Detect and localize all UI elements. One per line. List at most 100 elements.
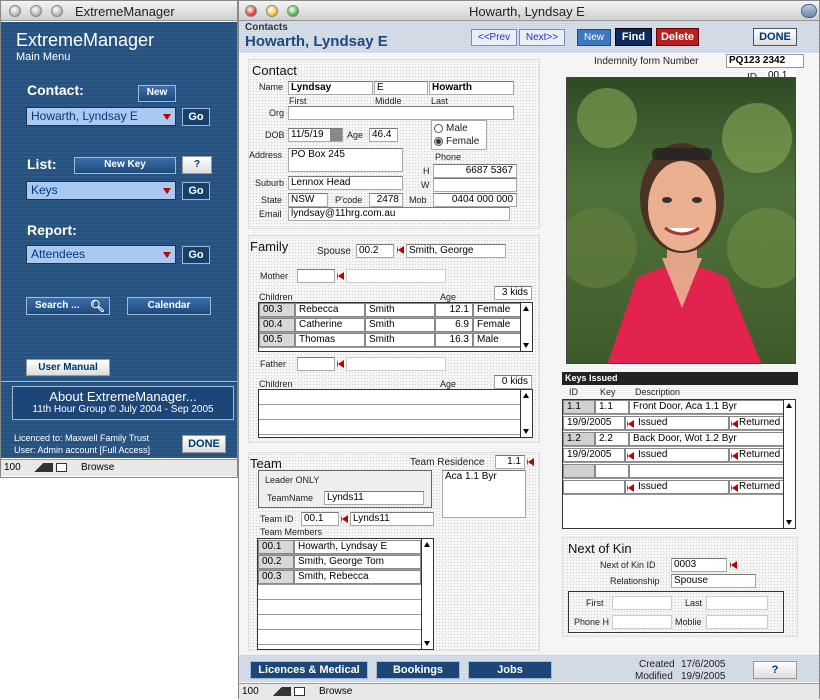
- prev-record-button[interactable]: <<Prev: [471, 29, 517, 46]
- first-name-field[interactable]: Lyndsay: [288, 81, 373, 95]
- middle-name-field[interactable]: E: [374, 81, 428, 95]
- report-dropdown[interactable]: Attendees: [26, 245, 176, 264]
- issued-checkbox[interactable]: Issued: [625, 416, 729, 430]
- minimize-window-icon[interactable]: [30, 5, 42, 17]
- list-item[interactable]: [259, 390, 520, 405]
- find-button[interactable]: Find: [615, 28, 652, 46]
- returned-checkbox[interactable]: Returned: [729, 416, 785, 430]
- keys-scrollbar[interactable]: [783, 400, 795, 528]
- left-titlebar[interactable]: ExtremeManager: [1, 1, 237, 21]
- minimize-window-icon[interactable]: [266, 5, 278, 17]
- bookings-button[interactable]: Bookings: [376, 661, 460, 679]
- table-row[interactable]: 1.1 1.1 Front Door, Aca 1.1 Byr: [563, 400, 785, 415]
- table-row[interactable]: 1.2 2.2 Back Door, Wot 1.2 Byr: [563, 432, 785, 447]
- scroll-up-icon[interactable]: [523, 306, 529, 311]
- next-record-button[interactable]: Next>>: [519, 29, 565, 46]
- search-button[interactable]: Search ... 🔍︎: [26, 297, 110, 315]
- list-item[interactable]: [258, 615, 421, 630]
- mother-id-field[interactable]: [297, 269, 335, 283]
- scroll-up-icon[interactable]: [786, 403, 792, 408]
- contact-go-button[interactable]: Go: [182, 108, 210, 126]
- table-row[interactable]: [563, 464, 785, 479]
- popup-arrow-icon[interactable]: [397, 246, 404, 254]
- kin-mobile-field[interactable]: [706, 615, 768, 629]
- jobs-button[interactable]: Jobs: [468, 661, 552, 679]
- email-field[interactable]: lyndsay@11hrg.com.au: [288, 207, 510, 221]
- new-contact-button[interactable]: New: [138, 85, 176, 102]
- scroll-down-icon[interactable]: [424, 641, 430, 646]
- list-go-button[interactable]: Go: [182, 182, 210, 200]
- org-field[interactable]: [288, 106, 514, 120]
- scroll-down-icon[interactable]: [523, 343, 529, 348]
- scroll-up-icon[interactable]: [424, 542, 430, 547]
- table-row[interactable]: 19/9/2005 Issued Returned: [563, 416, 785, 431]
- list-item[interactable]: [258, 630, 421, 645]
- scroll-down-icon[interactable]: [523, 429, 529, 434]
- list-item[interactable]: [259, 420, 520, 435]
- status-toggle-icon[interactable]: [56, 463, 67, 472]
- table-row[interactable]: 00.4 Catherine Smith 6.9 Female: [259, 318, 521, 333]
- zoom-level[interactable]: 100: [242, 684, 259, 700]
- calendar-button[interactable]: Calendar: [127, 297, 211, 315]
- female-radio[interactable]: [434, 137, 443, 146]
- list-item[interactable]: [258, 600, 421, 615]
- delete-button[interactable]: Delete: [656, 28, 699, 46]
- kin-last-field[interactable]: [706, 596, 768, 610]
- zoom-window-icon[interactable]: [287, 5, 299, 17]
- returned-checkbox[interactable]: Returned: [729, 448, 785, 462]
- table-row[interactable]: Issued Returned: [563, 480, 785, 495]
- status-toggle-icon[interactable]: [294, 687, 305, 696]
- popup-arrow-icon[interactable]: [730, 561, 737, 569]
- team-residence-id-field[interactable]: 1.1: [495, 455, 525, 469]
- last-name-field[interactable]: Howarth: [429, 81, 514, 95]
- popup-arrow-icon[interactable]: [527, 458, 534, 466]
- calendar-picker-icon[interactable]: [330, 129, 342, 141]
- report-go-button[interactable]: Go: [182, 246, 210, 264]
- list-item[interactable]: [259, 405, 520, 420]
- table-row[interactable]: 19/9/2005 Issued Returned: [563, 448, 785, 463]
- relationship-field[interactable]: Spouse: [671, 574, 756, 588]
- spouse-id-field[interactable]: 00.2: [356, 244, 394, 258]
- right-done-button[interactable]: DONE: [753, 28, 797, 46]
- list-item[interactable]: [258, 585, 421, 600]
- father-id-field[interactable]: [297, 357, 335, 371]
- zoom-level[interactable]: 100: [4, 460, 21, 476]
- state-field[interactable]: NSW: [288, 193, 328, 207]
- issued-checkbox[interactable]: Issued: [625, 448, 729, 462]
- father-children-scrollbar[interactable]: [520, 390, 532, 437]
- popup-arrow-icon[interactable]: [341, 515, 348, 523]
- zoom-window-icon[interactable]: [51, 5, 63, 17]
- children-scrollbar[interactable]: [520, 303, 532, 351]
- phone-work-field[interactable]: [433, 178, 517, 192]
- footer-help-button[interactable]: ?: [753, 661, 797, 679]
- popup-arrow-icon[interactable]: [337, 272, 344, 280]
- phone-home-field[interactable]: 6687 5367: [433, 164, 517, 178]
- licences-medical-button[interactable]: Licences & Medical: [250, 661, 368, 679]
- kin-first-field[interactable]: [612, 596, 672, 610]
- indemnity-field[interactable]: PQ123 2342: [726, 54, 804, 68]
- list-item[interactable]: 00.1 Howarth, Lyndsay E: [258, 540, 421, 555]
- about-button[interactable]: About ExtremeManager... 11th Hour Group …: [12, 386, 234, 420]
- mobile-field[interactable]: 0404 000 000: [433, 193, 517, 207]
- team-id-field[interactable]: 00.1: [301, 512, 339, 526]
- left-done-button[interactable]: DONE: [182, 435, 226, 453]
- suburb-field[interactable]: Lennox Head: [288, 176, 403, 190]
- table-row[interactable]: 00.3 Rebecca Smith 12.1 Female: [259, 303, 521, 318]
- list-dropdown[interactable]: Keys: [26, 181, 176, 200]
- new-key-button[interactable]: New Key: [74, 157, 176, 174]
- teamname-field[interactable]: Lynds11: [324, 491, 424, 505]
- list-item[interactable]: 00.2 Smith, George Tom: [258, 555, 421, 570]
- members-scrollbar[interactable]: [421, 539, 433, 649]
- dob-field[interactable]: 11/5/19: [288, 128, 343, 142]
- issued-checkbox[interactable]: Issued: [625, 480, 729, 494]
- contact-dropdown[interactable]: Howarth, Lyndsay E: [26, 107, 176, 126]
- postcode-field[interactable]: 2478: [369, 193, 403, 207]
- right-titlebar[interactable]: Howarth, Lyndsay E: [239, 1, 819, 21]
- popup-arrow-icon[interactable]: [337, 360, 344, 368]
- new-record-button[interactable]: New: [577, 29, 611, 46]
- zoom-controls-icon[interactable]: [263, 687, 291, 696]
- male-radio[interactable]: [434, 124, 443, 133]
- kin-id-field[interactable]: 0003: [671, 558, 727, 572]
- close-window-icon[interactable]: [245, 5, 257, 17]
- close-window-icon[interactable]: [9, 5, 21, 17]
